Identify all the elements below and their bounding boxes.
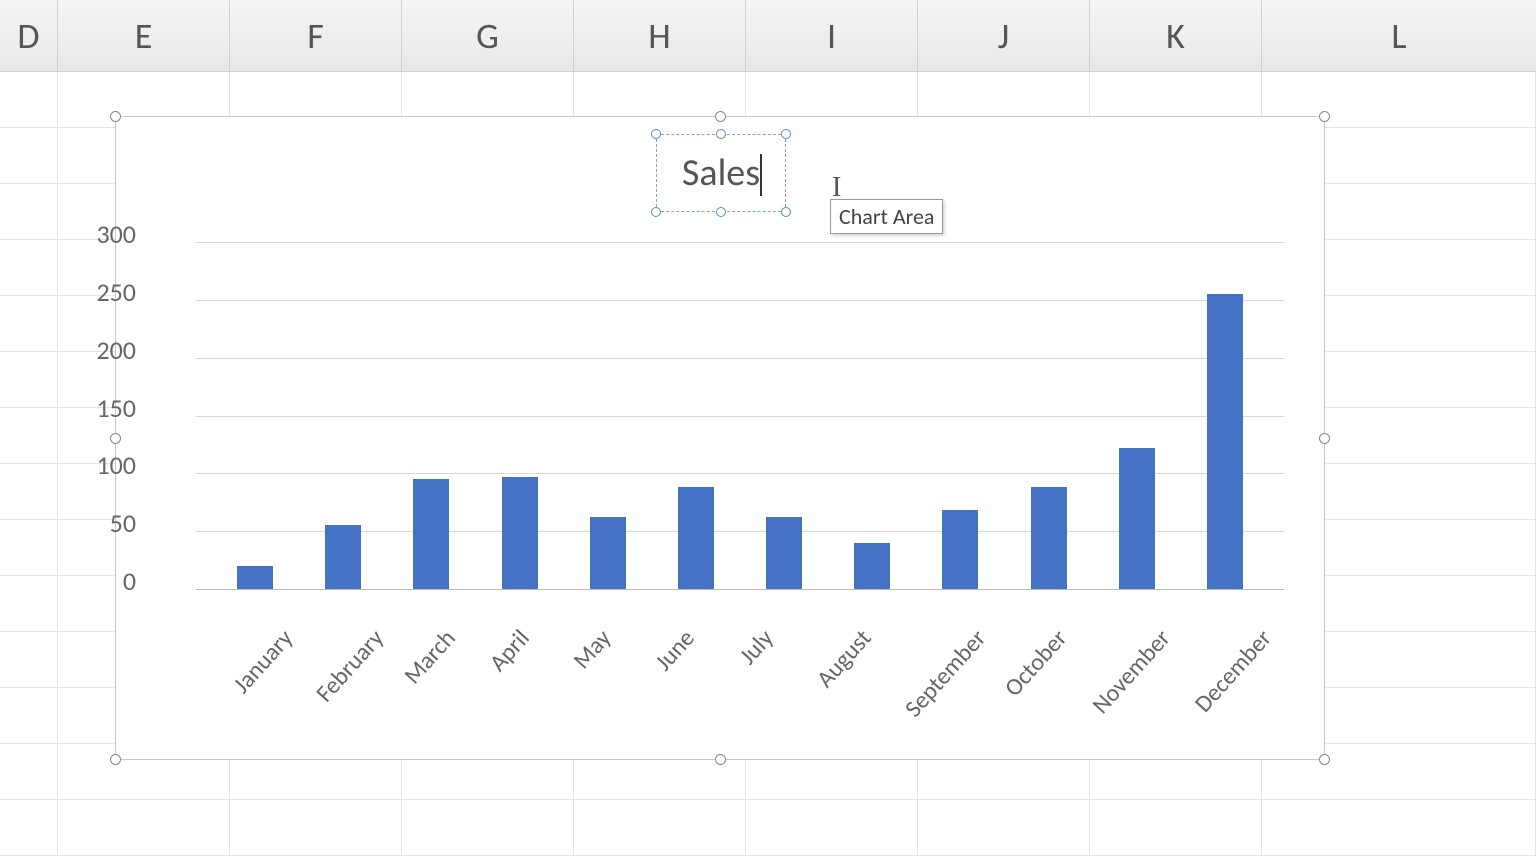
column-headers: D E F G H I J K L	[0, 0, 1536, 72]
title-handle-icon[interactable]	[651, 207, 661, 217]
resize-handle-icon[interactable]	[1319, 111, 1330, 122]
title-handle-icon[interactable]	[716, 129, 726, 139]
bar[interactable]	[564, 242, 652, 589]
y-tick-label: 0	[81, 565, 136, 597]
x-tick-label: May	[546, 595, 629, 624]
y-tick-label: 200	[81, 334, 136, 366]
x-tick-label: August	[793, 595, 876, 624]
column-header-k[interactable]: K	[1090, 0, 1262, 71]
y-tick-label: 50	[81, 507, 136, 539]
gridline	[196, 589, 1284, 590]
title-handle-icon[interactable]	[651, 129, 661, 139]
x-tick-label: December	[1168, 595, 1269, 624]
column-header-d[interactable]: D	[0, 0, 58, 71]
resize-handle-icon[interactable]	[715, 754, 726, 765]
resize-handle-icon[interactable]	[1319, 754, 1330, 765]
plot-area[interactable]	[196, 242, 1284, 589]
x-axis[interactable]: JanuaryFebruaryMarchAprilMayJuneJulyAugu…	[196, 595, 1284, 624]
resize-handle-icon[interactable]	[110, 754, 121, 765]
bar[interactable]	[299, 242, 387, 589]
x-tick-label: November	[1065, 595, 1168, 624]
chart-title-text[interactable]: Sales	[682, 150, 760, 196]
x-tick-label: March	[381, 595, 464, 624]
bar[interactable]	[740, 242, 828, 589]
y-tick-label: 250	[81, 276, 136, 308]
resize-handle-icon[interactable]	[110, 433, 121, 444]
x-tick-label: July	[711, 595, 794, 624]
column-header-l[interactable]: L	[1262, 0, 1536, 71]
bars-series[interactable]	[196, 242, 1284, 589]
bar[interactable]	[1093, 242, 1181, 589]
bar[interactable]	[1005, 242, 1093, 589]
bar[interactable]	[211, 242, 299, 589]
x-tick-label: October	[983, 595, 1066, 624]
x-tick-label: April	[463, 595, 546, 624]
x-tick-label: June	[628, 595, 711, 624]
bar[interactable]	[828, 242, 916, 589]
x-tick-label: February	[294, 595, 381, 624]
bar[interactable]	[652, 242, 740, 589]
y-tick-label: 150	[81, 392, 136, 424]
column-header-g[interactable]: G	[402, 0, 574, 71]
bar[interactable]	[1181, 242, 1269, 589]
column-header-i[interactable]: I	[746, 0, 918, 71]
title-handle-icon[interactable]	[716, 207, 726, 217]
text-cursor-icon	[760, 154, 762, 196]
y-tick-label: 100	[81, 449, 136, 481]
bar[interactable]	[476, 242, 564, 589]
bar[interactable]	[916, 242, 1004, 589]
column-header-e[interactable]: E	[58, 0, 230, 71]
chart-area-tooltip: Chart Area	[830, 199, 943, 234]
x-tick-label: January	[211, 595, 294, 624]
chart-title-editor[interactable]: Sales	[656, 134, 786, 212]
title-handle-icon[interactable]	[781, 129, 791, 139]
chart-object[interactable]: Sales I Chart Area 300 250 200 150 100 5…	[115, 116, 1325, 760]
resize-handle-icon[interactable]	[110, 111, 121, 122]
column-header-f[interactable]: F	[230, 0, 402, 71]
column-header-j[interactable]: J	[918, 0, 1090, 71]
y-tick-label: 300	[81, 218, 136, 250]
resize-handle-icon[interactable]	[715, 111, 726, 122]
column-header-h[interactable]: H	[574, 0, 746, 71]
x-tick-label: September	[876, 595, 983, 624]
resize-handle-icon[interactable]	[1319, 433, 1330, 444]
bar[interactable]	[387, 242, 475, 589]
title-handle-icon[interactable]	[781, 207, 791, 217]
